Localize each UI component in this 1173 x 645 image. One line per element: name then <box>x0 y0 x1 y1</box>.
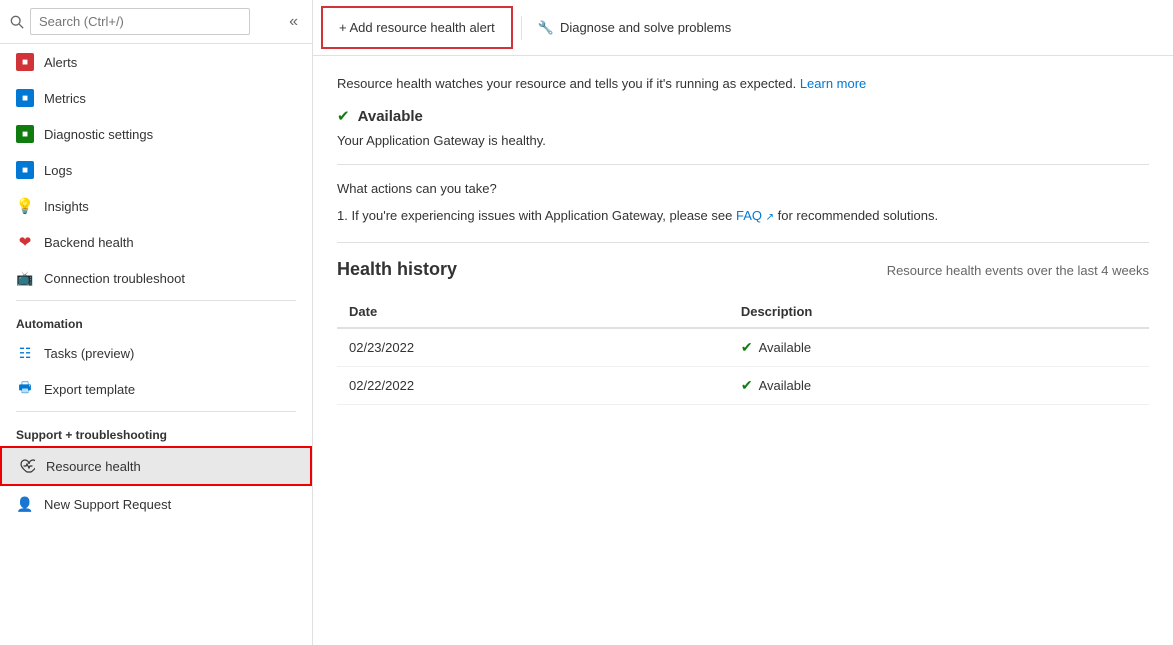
actions-title: What actions can you take? <box>337 181 1149 196</box>
main-content: + Add resource health alert 🔧 Diagnose a… <box>313 0 1173 645</box>
sidebar-label-export: Export template <box>44 382 135 397</box>
cell-status: ✔ Available <box>729 366 1149 404</box>
sidebar-item-resource-health[interactable]: Resource health <box>0 446 312 486</box>
sidebar-label-connection: Connection troubleshoot <box>44 271 185 286</box>
status-check-icon: ✔ <box>741 377 753 394</box>
faq-link[interactable]: FAQ ↗ <box>736 208 778 223</box>
sidebar-item-new-support[interactable]: 👤 New Support Request <box>0 486 312 522</box>
status-row: ✔ Available <box>337 107 1149 125</box>
diagnostic-icon: ■ <box>16 125 34 143</box>
search-bar: « <box>0 0 312 44</box>
status-value: Available <box>759 378 812 393</box>
cell-date: 02/23/2022 <box>337 328 729 367</box>
toolbar: + Add resource health alert 🔧 Diagnose a… <box>313 0 1173 56</box>
sidebar-label-resource-health: Resource health <box>46 459 141 474</box>
status-description: Your Application Gateway is healthy. <box>337 133 1149 148</box>
collapse-button[interactable]: « <box>285 9 302 35</box>
sidebar-label-insights: Insights <box>44 199 89 214</box>
search-icon <box>10 15 24 29</box>
diagnose-label: Diagnose and solve problems <box>560 20 731 35</box>
metrics-icon: ■ <box>16 89 34 107</box>
search-input[interactable] <box>30 8 250 35</box>
content-area: Resource health watches your resource an… <box>313 56 1173 645</box>
export-icon: 🖶 <box>16 380 34 398</box>
health-history-subtitle: Resource health events over the last 4 w… <box>887 263 1149 278</box>
logs-icon: ■ <box>16 161 34 179</box>
connection-icon: 📺 <box>16 269 34 287</box>
sidebar-label-diagnostic: Diagnostic settings <box>44 127 153 142</box>
col-date: Date <box>337 296 729 328</box>
status-value: Available <box>759 340 812 355</box>
sidebar-item-backend[interactable]: ❤ Backend health <box>0 224 312 260</box>
sidebar-item-connection[interactable]: 📺 Connection troubleshoot <box>0 260 312 296</box>
sidebar: « ■ Alerts ■ Metrics ■ Diagnostic settin… <box>0 0 313 645</box>
alerts-icon: ■ <box>16 53 34 71</box>
sidebar-item-diagnostic[interactable]: ■ Diagnostic settings <box>0 116 312 152</box>
sidebar-item-alerts[interactable]: ■ Alerts <box>0 44 312 80</box>
add-resource-health-alert-button[interactable]: + Add resource health alert <box>321 6 513 49</box>
divider-automation <box>16 300 296 301</box>
status-label: Available <box>358 108 423 125</box>
insights-icon: 💡 <box>16 197 34 215</box>
wrench-icon: 🔧 <box>538 20 554 36</box>
sidebar-label-new-support: New Support Request <box>44 497 171 512</box>
status-check-icon: ✔ <box>741 339 753 356</box>
tasks-icon: ☷ <box>16 344 34 362</box>
support-icon: 👤 <box>16 495 34 513</box>
sidebar-label-alerts: Alerts <box>44 55 77 70</box>
table-row: 02/23/2022 ✔ Available <box>337 328 1149 367</box>
sidebar-label-logs: Logs <box>44 163 72 178</box>
health-history-table: Date Description 02/23/2022 ✔ Available … <box>337 296 1149 405</box>
diagnose-button[interactable]: 🔧 Diagnose and solve problems <box>522 8 747 48</box>
learn-more-link[interactable]: Learn more <box>800 76 866 91</box>
backend-icon: ❤ <box>16 233 34 251</box>
sidebar-item-tasks[interactable]: ☷ Tasks (preview) <box>0 335 312 371</box>
sidebar-label-backend: Backend health <box>44 235 134 250</box>
sidebar-item-logs[interactable]: ■ Logs <box>0 152 312 188</box>
col-description: Description <box>729 296 1149 328</box>
resource-health-icon <box>18 457 36 475</box>
divider-2 <box>337 242 1149 243</box>
available-icon: ✔ <box>337 107 350 125</box>
sidebar-label-tasks: Tasks (preview) <box>44 346 134 361</box>
sidebar-item-export[interactable]: 🖶 Export template <box>0 371 312 407</box>
sidebar-item-metrics[interactable]: ■ Metrics <box>0 80 312 116</box>
sidebar-nav: ■ Alerts ■ Metrics ■ Diagnostic settings… <box>0 44 312 645</box>
sidebar-item-insights[interactable]: 💡 Insights <box>0 188 312 224</box>
cell-status: ✔ Available <box>729 328 1149 367</box>
action-item: 1. If you're experiencing issues with Ap… <box>337 206 1149 226</box>
section-label-automation: Automation <box>0 305 312 335</box>
health-history-header: Health history Resource health events ov… <box>337 259 1149 280</box>
health-history-title: Health history <box>337 259 457 280</box>
description-text: Resource health watches your resource an… <box>337 76 1149 91</box>
cell-date: 02/22/2022 <box>337 366 729 404</box>
section-label-support: Support + troubleshooting <box>0 416 312 446</box>
sidebar-label-metrics: Metrics <box>44 91 86 106</box>
table-row: 02/22/2022 ✔ Available <box>337 366 1149 404</box>
divider-1 <box>337 164 1149 165</box>
divider-support <box>16 411 296 412</box>
